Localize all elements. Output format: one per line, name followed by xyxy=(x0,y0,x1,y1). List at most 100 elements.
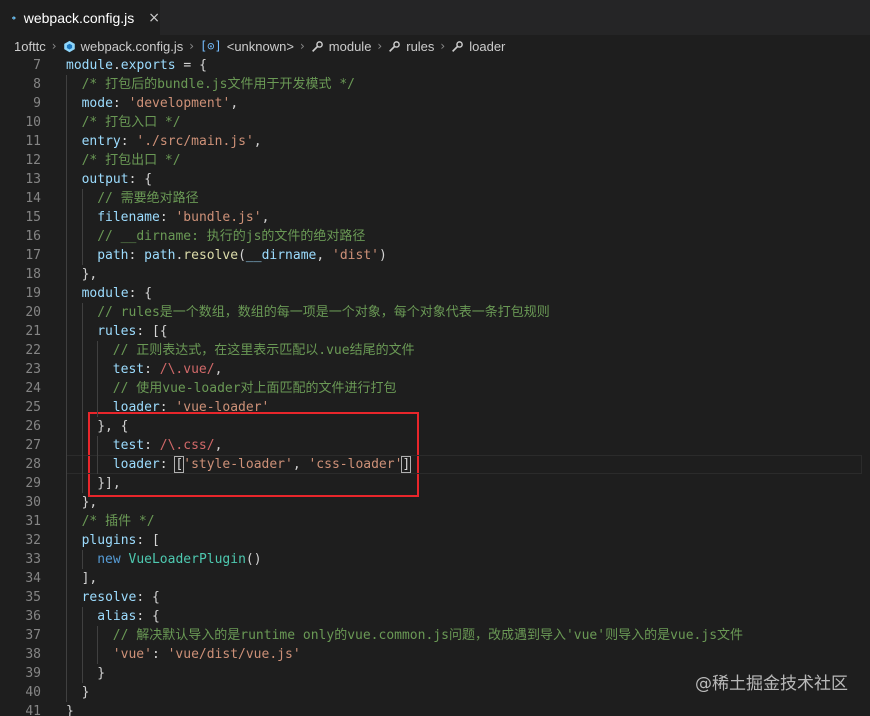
code-line[interactable]: 15 filename: 'bundle.js', xyxy=(0,208,870,227)
chevron-right-icon: › xyxy=(299,39,305,53)
code-line[interactable]: 18}, xyxy=(0,265,870,284)
code-line[interactable]: 37 // 解决默认导入的是runtime only的vue.common.js问… xyxy=(0,626,870,645)
line-number: 33 xyxy=(25,552,41,567)
indent-guide xyxy=(66,151,67,170)
indent-guide xyxy=(66,664,67,683)
code-line[interactable]: 8 /* 打包后的bundle.js文件用于开发模式 */ xyxy=(0,75,870,94)
breadcrumb-label: loader xyxy=(469,38,506,54)
symbol-variable-icon: [⊙] xyxy=(200,39,222,53)
punctuation-token: , xyxy=(316,248,333,263)
identifier-token: __dirname xyxy=(245,248,317,263)
code-line[interactable]: 9 mode: 'development', xyxy=(0,94,870,113)
code-line[interactable]: 24 // 使用vue-loader对上面匹配的文件进行打包 xyxy=(0,379,870,398)
punctuation-token: , xyxy=(253,134,262,149)
line-number: 21 xyxy=(25,324,41,339)
code-line[interactable]: 29}], xyxy=(0,474,870,493)
code-line[interactable]: 25 loader: 'vue-loader' xyxy=(0,398,870,417)
line-number: 12 xyxy=(25,153,41,168)
code-line[interactable]: 10 /* 打包入口 */ xyxy=(0,113,870,132)
punctuation-token: : xyxy=(151,647,168,662)
breadcrumb-item-module[interactable]: module xyxy=(311,39,371,54)
code-line[interactable]: 14 // 需要绝对路径 xyxy=(0,189,870,208)
indent-guide xyxy=(66,455,67,474)
code-text: test: /\.css/, xyxy=(113,436,223,455)
code-line[interactable]: 11 entry: './src/main.js', xyxy=(0,132,870,151)
punctuation-token: : xyxy=(159,210,176,225)
identifier-token: alias xyxy=(97,609,137,624)
indent-guide xyxy=(66,474,67,493)
code-line[interactable]: 38 'vue': 'vue/dist/vue.js' xyxy=(0,645,870,664)
breadcrumb-item-rules[interactable]: rules xyxy=(388,39,434,54)
breadcrumb-item-unknown[interactable]: [⊙] <unknown> xyxy=(200,39,294,54)
indent-guide xyxy=(66,645,67,664)
code-line[interactable]: 26}, { xyxy=(0,417,870,436)
indent-guide xyxy=(66,512,67,531)
code-text: // rules是一个数组，数组的每一项是一个对象，每个对象代表一条打包规则 xyxy=(97,303,550,322)
code-line[interactable]: 7 module.exports = { xyxy=(0,56,870,75)
indent-guide xyxy=(81,360,83,379)
punctuation-token: , xyxy=(214,362,223,377)
indent-guide xyxy=(66,398,67,417)
indent-guide xyxy=(66,550,67,569)
code-line[interactable]: 13 output: { xyxy=(0,170,870,189)
code-text: }, xyxy=(82,265,98,284)
indent-guide xyxy=(66,417,67,436)
code-line[interactable]: 34], xyxy=(0,569,870,588)
code-line[interactable]: 27 test: /\.css/, xyxy=(0,436,870,455)
punctuation-token: } xyxy=(81,685,90,700)
indent-guide xyxy=(81,455,83,474)
punctuation-token: }, xyxy=(81,267,98,282)
indent-guide xyxy=(81,341,83,360)
indent-guide xyxy=(66,265,67,284)
line-number: 39 xyxy=(25,666,41,681)
code-text: loader: ['style-loader', 'css-loader'] xyxy=(113,455,412,474)
indent-guide xyxy=(66,379,67,398)
code-line[interactable]: 19 module: { xyxy=(0,284,870,303)
breadcrumb-item-folder[interactable]: 1ofttc xyxy=(14,39,46,54)
line-number: 8 xyxy=(33,77,41,92)
code-line[interactable]: 12 /* 打包出口 */ xyxy=(0,151,870,170)
code-text: // 解决默认导入的是runtime only的vue.common.js问题，… xyxy=(113,626,743,645)
code-line[interactable]: 36 alias: { xyxy=(0,607,870,626)
code-text: // __dirname: 执行的js的文件的绝对路径 xyxy=(97,227,365,246)
breadcrumb-item-file[interactable]: webpack.config.js xyxy=(63,39,183,54)
code-line[interactable]: 30}, xyxy=(0,493,870,512)
chevron-right-icon: › xyxy=(377,39,383,53)
code-line[interactable]: 16 // __dirname: 执行的js的文件的绝对路径 xyxy=(0,227,870,246)
close-icon[interactable]: × xyxy=(148,10,160,26)
indent-guide xyxy=(81,398,83,417)
punctuation-token: : [ xyxy=(136,533,160,548)
code-line[interactable]: 33 new VueLoaderPlugin() xyxy=(0,550,870,569)
string-token: 'css-loader' xyxy=(308,457,403,472)
code-line[interactable]: 31 /* 插件 */ xyxy=(0,512,870,531)
indent-guide xyxy=(97,455,99,474)
identifier-token: exports xyxy=(120,58,176,73)
code-line[interactable]: 17 path: path.resolve(__dirname, 'dist') xyxy=(0,246,870,265)
indent-guide xyxy=(66,189,67,208)
line-number: 18 xyxy=(25,267,41,282)
code-line[interactable]: 35 resolve: { xyxy=(0,588,870,607)
breadcrumb-label: <unknown> xyxy=(226,38,294,54)
breadcrumb-item-loader[interactable]: loader xyxy=(451,39,505,54)
indent-guide xyxy=(66,246,67,265)
code-text: // 需要绝对路径 xyxy=(97,189,198,208)
code-line[interactable]: 23 test: /\.vue/, xyxy=(0,360,870,379)
code-text: } xyxy=(97,664,105,683)
code-editor[interactable]: 7 module.exports = {8 /* 打包后的bundle.js文件用于… xyxy=(0,56,870,716)
code-line[interactable]: 20 // rules是一个数组，数组的每一项是一个对象，每个对象代表一条打包规则 xyxy=(0,303,870,322)
code-line[interactable]: 22 // 正则表达式，在这里表示匹配以.vue结尾的文件 xyxy=(0,341,870,360)
chevron-right-icon: › xyxy=(440,39,446,53)
line-number: 37 xyxy=(25,628,41,643)
identifier-token: module xyxy=(66,58,113,73)
code-line[interactable]: 32 plugins: [ xyxy=(0,531,870,550)
indent-guide xyxy=(97,436,99,455)
identifier-token: test xyxy=(112,438,145,453)
tab-webpack-config[interactable]: webpack.config.js × xyxy=(0,0,160,35)
punctuation-token: }, xyxy=(81,495,98,510)
line-number: 23 xyxy=(25,362,41,377)
indent-guide xyxy=(66,75,67,94)
code-line[interactable]: 28 loader: ['style-loader', 'css-loader'] xyxy=(0,455,870,474)
code-line[interactable]: 41} xyxy=(0,702,870,716)
code-line[interactable]: 21 rules: [{ xyxy=(0,322,870,341)
indent-guide xyxy=(81,379,83,398)
